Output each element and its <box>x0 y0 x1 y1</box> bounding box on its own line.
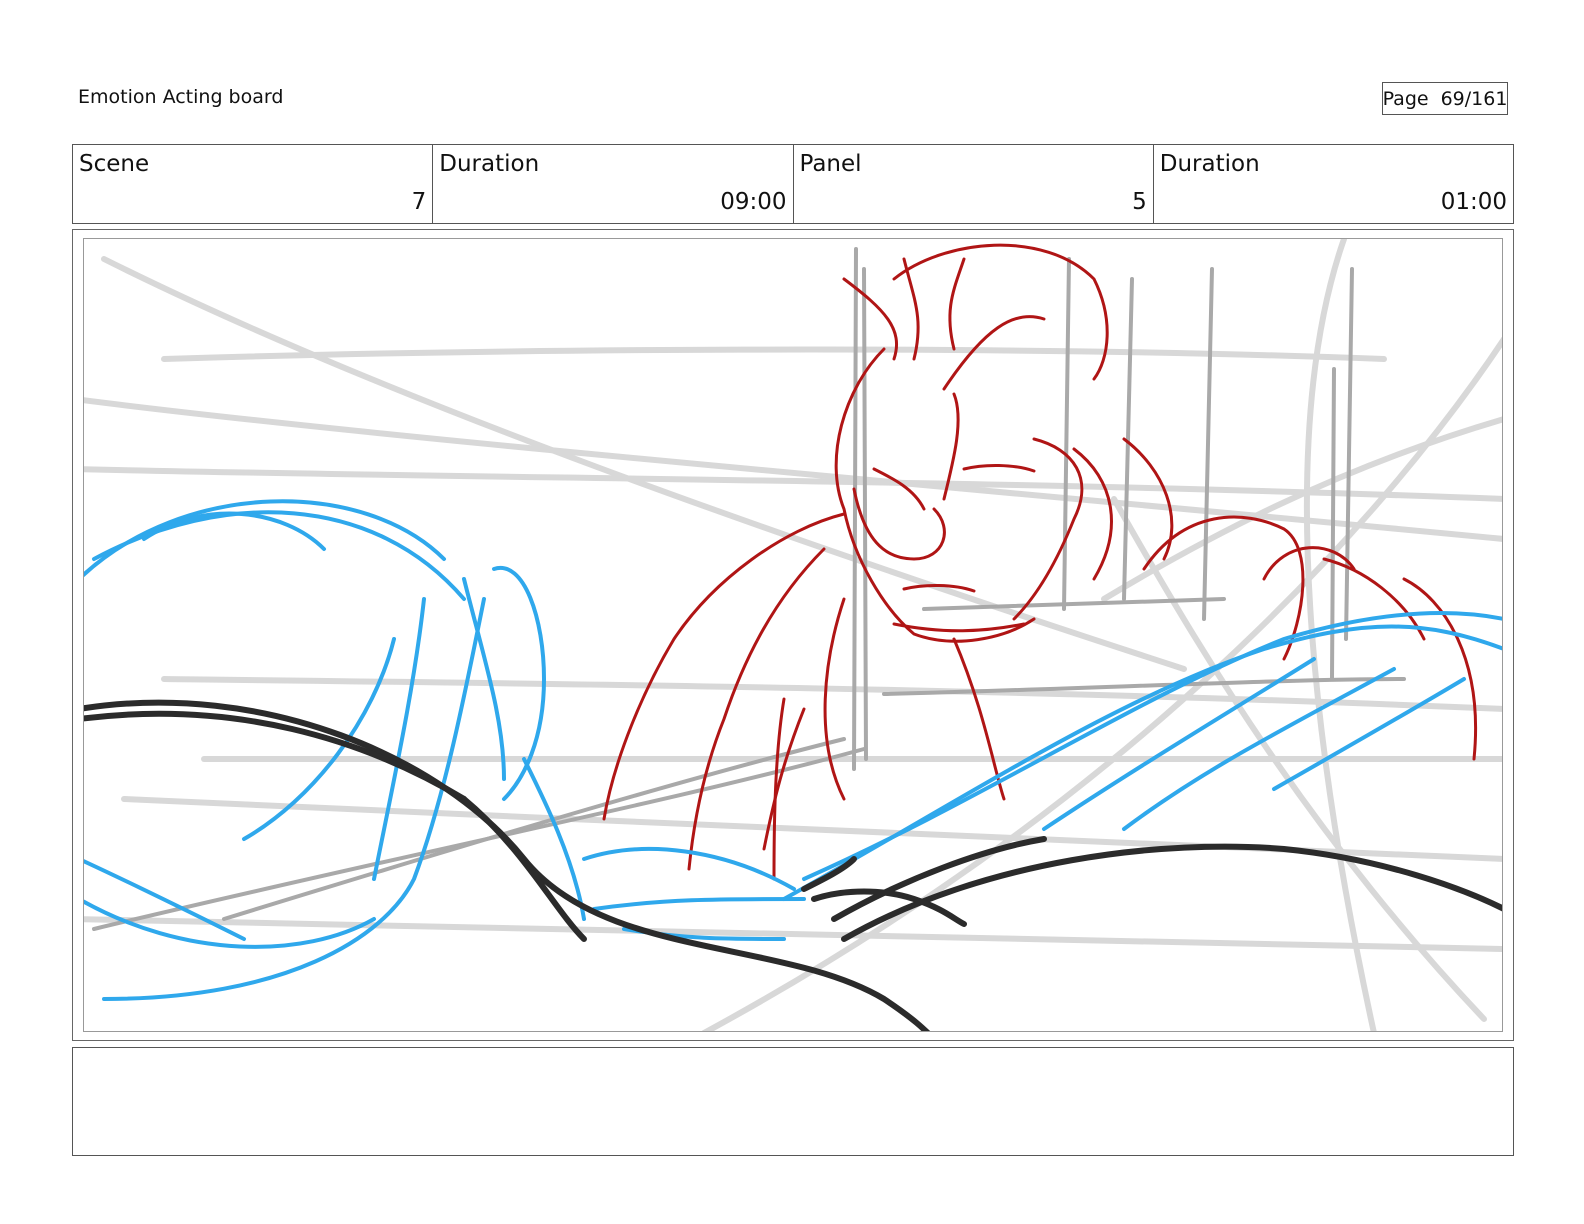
scene-cell: Scene 7 <box>73 145 434 223</box>
page-number: 69/161 <box>1440 87 1508 110</box>
scene-duration-label: Duration <box>439 151 540 177</box>
sketch-image <box>83 238 1503 1032</box>
scene-label: Scene <box>79 151 150 177</box>
scene-duration-value: 09:00 <box>720 189 787 215</box>
panel-label: Panel <box>799 151 862 177</box>
page-indicator: Page 69/161 <box>1382 82 1508 115</box>
notes-box <box>72 1047 1514 1156</box>
board-title: Emotion Acting board <box>78 86 284 108</box>
page-label: Page <box>1382 87 1429 110</box>
panel-duration-cell: Duration 01:00 <box>1154 145 1513 223</box>
panel-duration-label: Duration <box>1159 151 1260 177</box>
panel-cell: Panel 5 <box>794 145 1154 223</box>
storyboard-panel <box>72 229 1514 1041</box>
scene-duration-cell: Duration 09:00 <box>433 145 794 223</box>
scene-value: 7 <box>411 189 427 215</box>
panel-duration-value: 01:00 <box>1440 189 1507 215</box>
panel-info-table: Scene 7 Duration 09:00 Panel 5 Duration … <box>72 144 1514 224</box>
panel-value: 5 <box>1132 189 1147 215</box>
